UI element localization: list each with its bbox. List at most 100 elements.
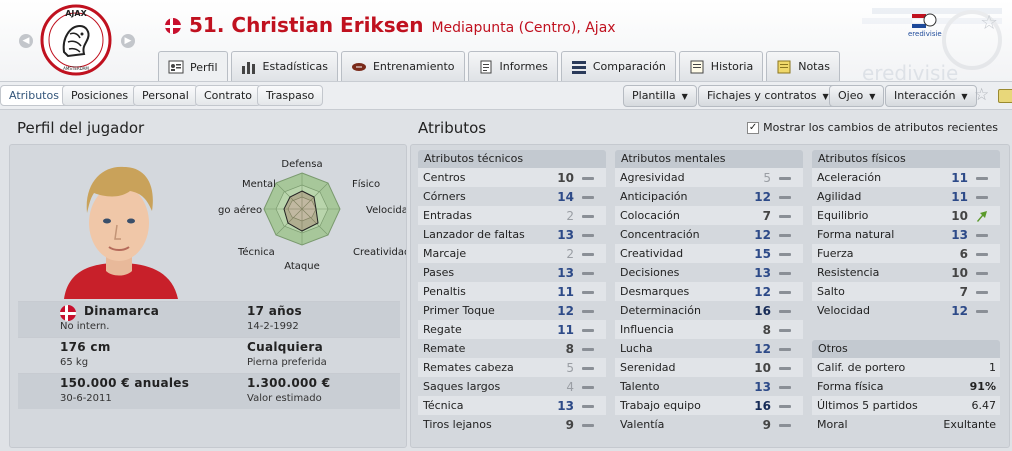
- attribute-value: 13: [754, 379, 771, 394]
- trend-flat-icon: [972, 287, 994, 297]
- subtab-attributes[interactable]: Atributos: [0, 85, 68, 106]
- foot-cell: Cualquiera Pierna preferida: [209, 338, 400, 373]
- wage-cell[interactable]: 150.000 € anuales 30-6-2011: [18, 374, 209, 409]
- subtab-contract[interactable]: Contrato: [195, 85, 262, 106]
- attribute-row[interactable]: Forma natural 13: [812, 225, 1000, 244]
- attribute-label: Remate: [423, 342, 466, 355]
- attribute-row[interactable]: Decisiones 13: [615, 263, 803, 282]
- trend-flat-icon: [972, 173, 994, 183]
- attribute-row[interactable]: Lanzador de faltas 13: [418, 225, 606, 244]
- attribute-row[interactable]: Velocidad 12: [812, 301, 1000, 320]
- attribute-row[interactable]: Centros 10: [418, 168, 606, 187]
- attribute-row[interactable]: Serenidad 10: [615, 358, 803, 377]
- attribute-label: Salto: [817, 285, 845, 298]
- tab-history[interactable]: Historia: [678, 51, 764, 81]
- attribute-row[interactable]: Anticipación 12: [615, 187, 803, 206]
- attribute-row[interactable]: Últimos 5 partidos 6.47: [812, 396, 1000, 415]
- squad-dropdown[interactable]: Plantilla ▼: [623, 85, 697, 107]
- attribute-row[interactable]: Concentración 12: [615, 225, 803, 244]
- attribute-value: 12: [557, 303, 574, 318]
- attribute-row[interactable]: Determinación 16: [615, 301, 803, 320]
- ajax-logo[interactable]: AJAX AMSTERDAM: [40, 4, 112, 76]
- reports-icon: [480, 60, 491, 73]
- attribute-row[interactable]: Calif. de portero 1: [812, 358, 1000, 377]
- estimated-value-label: Valor estimado: [247, 393, 322, 404]
- add-note-icon[interactable]: [998, 89, 1012, 103]
- forward-arrow-icon[interactable]: ▶: [121, 34, 135, 48]
- attribute-row[interactable]: Salto 7: [812, 282, 1000, 301]
- trend-flat-icon: [972, 306, 994, 316]
- attribute-row[interactable]: Penaltis 11: [418, 282, 606, 301]
- attribute-row[interactable]: Tiros lejanos 9: [418, 415, 606, 434]
- physical-header: Atributos físicos: [812, 150, 1000, 168]
- subtab-positions[interactable]: Posiciones: [62, 85, 138, 106]
- tab-reports[interactable]: Informes: [467, 51, 558, 81]
- attribute-row[interactable]: Técnica 13: [418, 396, 606, 415]
- radar-label-attack: Ataque: [284, 261, 320, 272]
- attribute-row[interactable]: Remates cabeza 5: [418, 358, 606, 377]
- trend-flat-icon: [578, 173, 600, 183]
- attribute-row[interactable]: Creatividad 15: [615, 244, 803, 263]
- attribute-row[interactable]: Córners 14: [418, 187, 606, 206]
- recent-changes-checkbox[interactable]: ✓: [747, 121, 760, 134]
- chevron-down-icon: ▼: [961, 92, 968, 101]
- attribute-label: Colocación: [620, 209, 680, 222]
- attribute-value: 11: [951, 170, 968, 185]
- attribute-row[interactable]: Aceleración 11: [812, 168, 1000, 187]
- subtab-personal[interactable]: Personal: [133, 85, 198, 106]
- attribute-row[interactable]: Agilidad 11: [812, 187, 1000, 206]
- nationality-cell[interactable]: Dinamarca No intern.: [18, 302, 209, 337]
- scouting-dropdown[interactable]: Ojeo ▼: [829, 85, 885, 107]
- tab-notes[interactable]: Notas: [766, 51, 840, 81]
- dropdown-label: Fichajes y contratos: [707, 89, 817, 102]
- height-cell: 176 cm 65 kg: [18, 338, 209, 373]
- tab-training[interactable]: Entrenamiento: [340, 51, 465, 81]
- back-arrow-icon[interactable]: ◀: [19, 34, 33, 48]
- estimated-value: 1.300.000 €: [247, 376, 331, 390]
- history-icon: [690, 60, 704, 73]
- attribute-row[interactable]: Valentía 9: [615, 415, 803, 434]
- attribute-row[interactable]: Equilibrio 10: [812, 206, 1000, 225]
- attribute-label: Determinación: [620, 304, 701, 317]
- attribute-row[interactable]: Saques largos 4: [418, 377, 606, 396]
- attribute-row[interactable]: Talento 13: [615, 377, 803, 396]
- preferred-foot: Cualquiera: [247, 340, 323, 354]
- attribute-row[interactable]: Pases 13: [418, 263, 606, 282]
- interaction-dropdown[interactable]: Interacción ▼: [885, 85, 977, 107]
- recent-changes-toggle[interactable]: ✓ Mostrar los cambios de atributos recie…: [747, 121, 998, 134]
- attribute-row[interactable]: Regate 11: [418, 320, 606, 339]
- tab-profile[interactable]: Perfil: [158, 51, 228, 81]
- attribute-row[interactable]: Primer Toque 12: [418, 301, 606, 320]
- notes-icon: [777, 60, 791, 73]
- subtab-transfer[interactable]: Traspaso: [257, 85, 324, 106]
- attribute-row[interactable]: Fuerza 6: [812, 244, 1000, 263]
- others-header: Otros: [812, 340, 1000, 358]
- attribute-row[interactable]: Entradas 2: [418, 206, 606, 225]
- attribute-label: Decisiones: [620, 266, 680, 279]
- attribute-label: Pases: [423, 266, 455, 279]
- tab-comparison[interactable]: Comparación: [560, 51, 676, 81]
- trend-flat-icon: [578, 249, 600, 259]
- attribute-row[interactable]: Remate 8: [418, 339, 606, 358]
- attribute-row[interactable]: Influencia 8: [615, 320, 803, 339]
- attribute-row[interactable]: Marcaje 2: [418, 244, 606, 263]
- age-cell: 17 años 14-2-1992: [209, 302, 400, 337]
- attribute-row[interactable]: Moral Exultante: [812, 415, 1000, 434]
- tab-statistics[interactable]: Estadísticas: [230, 51, 338, 81]
- transfers-dropdown[interactable]: Fichajes y contratos ▼: [698, 85, 838, 107]
- shortlist-star-icon[interactable]: ☆: [974, 87, 989, 104]
- preferred-foot-label: Pierna preferida: [247, 357, 327, 368]
- attribute-row[interactable]: Desmarques 12: [615, 282, 803, 301]
- player-title: 51. Christian Eriksen Mediapunta (Centro…: [165, 13, 616, 37]
- radar-label-creativity: Creatividad: [353, 247, 406, 258]
- denmark-flag-icon: [60, 305, 76, 321]
- player-position-club[interactable]: Mediapunta (Centro), Ajax: [431, 20, 615, 36]
- attribute-row[interactable]: Agresividad 5: [615, 168, 803, 187]
- attribute-row[interactable]: Forma física 91%: [812, 377, 1000, 396]
- trend-flat-icon: [775, 344, 797, 354]
- attribute-row[interactable]: Resistencia 10: [812, 263, 1000, 282]
- attribute-row[interactable]: Colocación 7: [615, 206, 803, 225]
- favorite-star-icon[interactable]: ☆: [980, 10, 998, 34]
- attribute-row[interactable]: Trabajo equipo 16: [615, 396, 803, 415]
- attribute-row[interactable]: Lucha 12: [615, 339, 803, 358]
